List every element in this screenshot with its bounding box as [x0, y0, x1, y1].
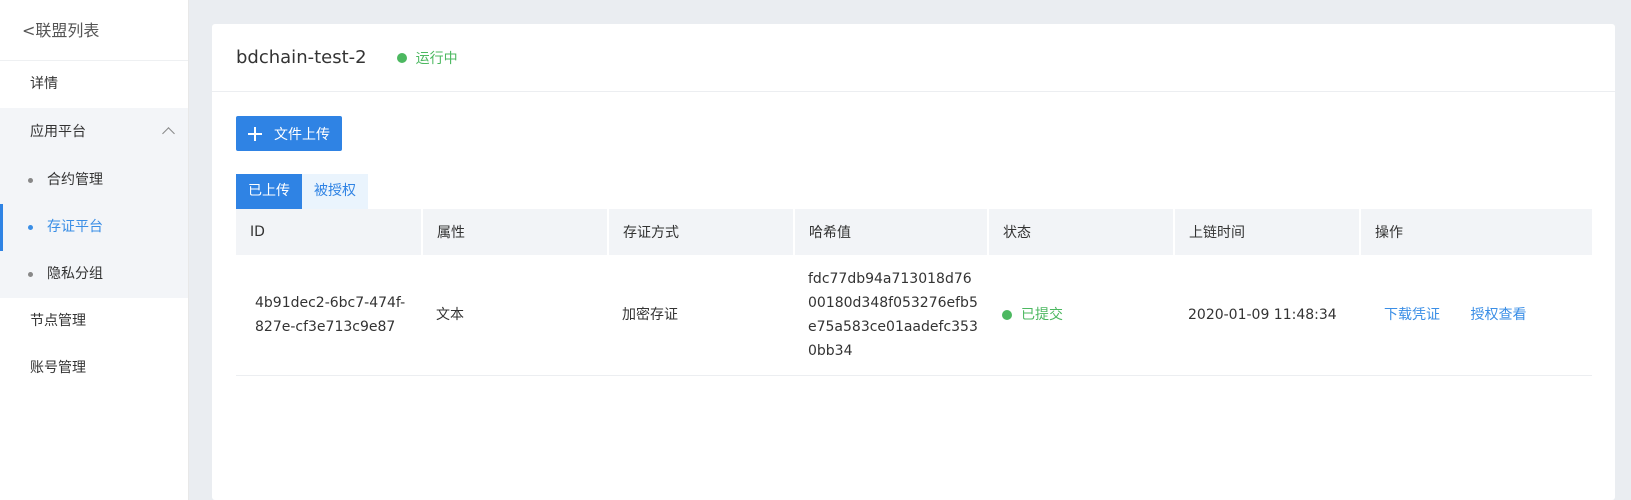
- bullet-icon: [28, 225, 33, 230]
- table-row: 4b91dec2-6bc7-474f-827e-cf3e713c9e87 文本 …: [236, 255, 1592, 376]
- row-status-badge: 已提交: [1002, 303, 1174, 327]
- page-header: bdchain-test-2 运行中: [212, 24, 1615, 92]
- sidebar-item-privacy-group[interactable]: 隐私分组: [0, 251, 188, 298]
- cell-method: 加密存证: [608, 255, 794, 376]
- cell-status: 已提交: [988, 255, 1174, 376]
- page-title: bdchain-test-2: [236, 47, 367, 68]
- sidebar-item-label: 应用平台: [30, 124, 86, 140]
- column-header-actions: 操作: [1360, 209, 1592, 255]
- authorize-view-link[interactable]: 授权查看: [1470, 307, 1526, 323]
- tab-uploaded[interactable]: 已上传: [236, 174, 302, 209]
- sidebar: <联盟列表 详情 应用平台 合约管理 存证平台 隐私分组 节点管理 账号管理: [0, 0, 189, 500]
- sidebar-item-label: 隐私分组: [47, 266, 103, 282]
- tab-authorized[interactable]: 被授权: [302, 174, 368, 209]
- cell-id: 4b91dec2-6bc7-474f-827e-cf3e713c9e87: [236, 255, 422, 376]
- main-panel: bdchain-test-2 运行中 文件上传 已上传 被授权 ID 属性 存证…: [212, 24, 1615, 500]
- tabs: 已上传 被授权: [236, 174, 368, 209]
- sidebar-item-evidence-platform[interactable]: 存证平台: [0, 204, 188, 251]
- sidebar-item-contract-management[interactable]: 合约管理: [0, 157, 188, 204]
- status-dot-icon: [1002, 309, 1012, 320]
- file-upload-button[interactable]: 文件上传: [236, 116, 342, 151]
- column-header-hash: 哈希值: [794, 209, 989, 255]
- back-to-alliance-list-link[interactable]: <联盟列表: [0, 0, 188, 61]
- cell-attribute: 文本: [422, 255, 608, 376]
- column-header-id: ID: [236, 209, 423, 255]
- status-text: 运行中: [415, 50, 458, 67]
- sidebar-item-label: 存证平台: [47, 219, 103, 235]
- cell-time: 2020-01-09 11:48:34: [1174, 255, 1360, 376]
- sidebar-item-details[interactable]: 详情: [0, 61, 188, 108]
- sidebar-item-label: 合约管理: [47, 172, 103, 188]
- column-header-method: 存证方式: [608, 209, 795, 255]
- cell-hash: fdc77db94a713018d7600180d348f053276efb5e…: [794, 255, 988, 376]
- chevron-up-icon: [162, 127, 175, 140]
- download-voucher-link[interactable]: 下载凭证: [1384, 307, 1440, 323]
- column-header-status: 状态: [988, 209, 1175, 255]
- evidence-table: ID 属性 存证方式 哈希值 状态 上链时间 操作 4b91dec2-6bc7-…: [236, 209, 1592, 376]
- cell-actions: 下载凭证 授权查看: [1360, 255, 1592, 376]
- column-header-attribute: 属性: [422, 209, 609, 255]
- active-indicator: [0, 204, 3, 251]
- plus-icon: [248, 126, 262, 141]
- status-dot-icon: [396, 52, 407, 63]
- sidebar-item-app-platform[interactable]: 应用平台: [0, 108, 188, 157]
- status-badge: 运行中: [396, 48, 458, 68]
- sidebar-item-account-management[interactable]: 账号管理: [0, 345, 188, 392]
- table-header-row: ID 属性 存证方式 哈希值 状态 上链时间 操作: [236, 209, 1592, 255]
- sidebar-item-node-management[interactable]: 节点管理: [0, 298, 188, 345]
- bullet-icon: [28, 178, 33, 183]
- row-status-text: 已提交: [1021, 306, 1063, 323]
- bullet-icon: [28, 272, 33, 277]
- sidebar-group-app-platform: 应用平台 合约管理 存证平台 隐私分组: [0, 108, 188, 298]
- file-upload-label: 文件上传: [274, 126, 330, 143]
- column-header-time: 上链时间: [1174, 209, 1361, 255]
